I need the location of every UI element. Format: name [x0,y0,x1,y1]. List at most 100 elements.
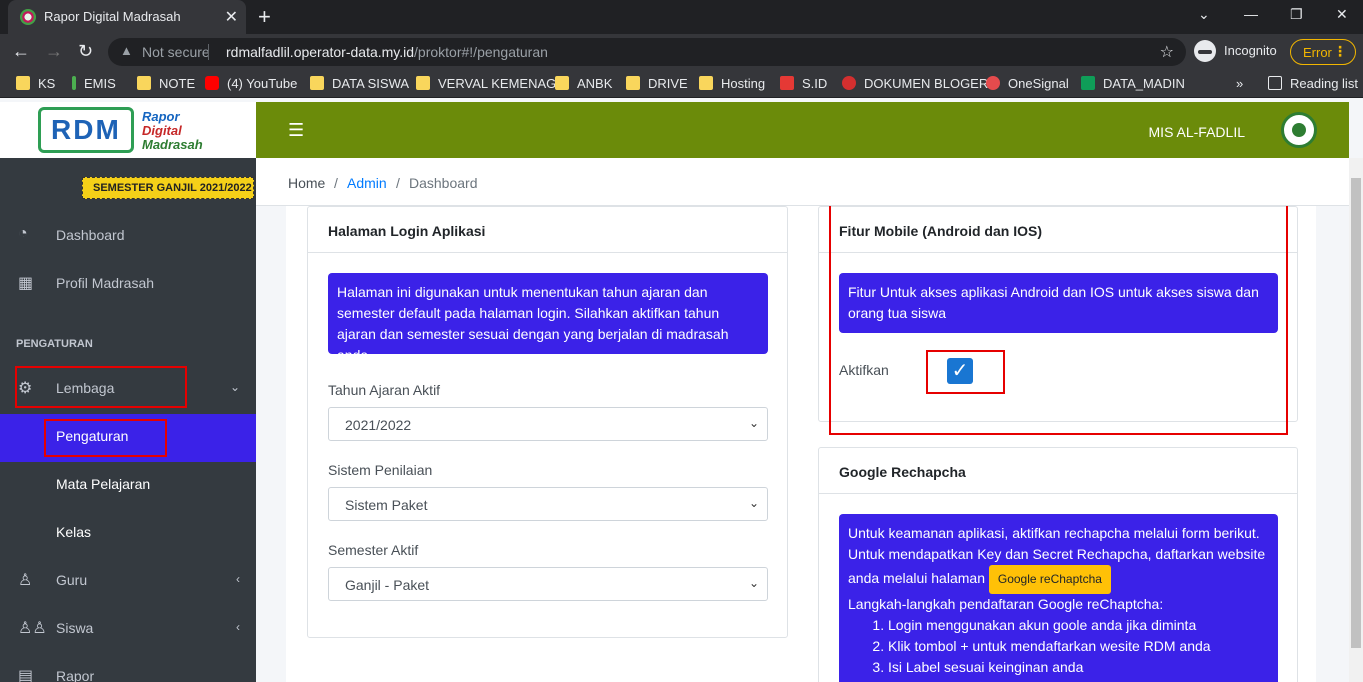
card-header: Halaman Login Aplikasi [308,207,787,253]
incognito-label: Incognito [1224,43,1277,58]
bookmark-label: DATA_MADIN [1103,76,1185,91]
browser-tabbar: Rapor Digital Madrasah ✕ + ⌄ — ❐ ✕ [0,0,1363,34]
brand-logo[interactable]: RDM Rapor Digital Madrasah [0,102,256,158]
list-item: Isi Label sesuai keinginan anda [888,657,1269,678]
bookmark-ks[interactable]: KS [16,76,55,91]
info-alert: Untuk keamanan aplikasi, aktifkan rechap… [839,514,1278,682]
forward-icon[interactable]: → [45,41,63,62]
breadcrumb-admin[interactable]: Admin [347,175,387,191]
sidebar-item-dashboard[interactable]: ◔ Dashboard [0,213,256,259]
sidebar-item-label: Siswa [56,620,94,636]
browser-tab[interactable]: Rapor Digital Madrasah ✕ [8,0,246,34]
bookmark-onesignal[interactable]: OneSignal [986,76,1069,91]
sidebar-item-guru[interactable]: ♙ Guru ‹ [0,558,256,604]
back-icon[interactable]: ← [12,41,30,62]
reading-list[interactable]: Reading list [1268,76,1358,91]
dashboard-gauge-icon: ◔ [18,225,28,242]
new-tab-icon[interactable]: + [258,4,271,30]
bookmark-drive[interactable]: DRIVE [626,76,688,91]
user-icon: ♙ [18,572,33,589]
error-button[interactable]: Error ⋮ [1290,39,1356,65]
highlight-box [15,366,187,408]
bookmark-label: (4) YouTube [227,76,298,91]
semester-aktif-label: Semester Aktif [328,542,419,558]
bookmark-emis[interactable]: EMIS [72,76,116,91]
reading-list-label: Reading list [1290,76,1358,91]
bookmark-verval[interactable]: VERVAL KEMENAG [416,76,556,91]
breadcrumb-home[interactable]: Home [288,175,325,191]
scrollbar-thumb[interactable] [1351,178,1361,648]
sidebar-item-label: Dashboard [56,227,125,243]
site-favicon-icon [20,9,36,25]
reading-list-icon [1268,76,1282,90]
bookmark-anbk[interactable]: ANBK [555,76,612,91]
minimize-icon[interactable]: — [1244,6,1258,22]
hamburger-menu-icon[interactable]: ☰ [288,120,304,141]
sidebar-item-profil[interactable]: ▦ Profil Madrasah [0,261,256,307]
close-window-icon[interactable]: ✕ [1336,6,1348,23]
bookmark-label: NOTE [159,76,196,91]
warning-icon[interactable]: ▲ [120,43,133,58]
sid-icon [780,76,794,90]
sidebar-section-header: PENGATURAN [16,338,93,350]
more-bookmarks-icon[interactable]: » [1236,76,1243,91]
url-bar[interactable]: ▲ Not secure rdmalfadlil.operator-data.m… [108,38,1186,66]
bookmark-label: DOKUMEN BLOGER [864,76,989,91]
list-item: Login menggunakan akun goole anda jika d… [888,615,1269,636]
app-root: RDM Rapor Digital Madrasah SEMESTER GANJ… [0,102,1363,682]
rdm-logo-icon: RDM [38,107,134,153]
sistem-penilaian-select[interactable]: Sistem Paket ⌄ [328,487,768,521]
highlight-box [926,350,1005,394]
logo-letters: RDM [51,114,121,145]
chevron-down-icon: ⌄ [229,380,240,394]
semester-aktif-select[interactable]: Ganjil - Paket ⌄ [328,567,768,601]
folder-icon [16,76,30,90]
sidebar-item-mapel[interactable]: Mata Pelajaran [0,462,256,508]
close-tab-icon[interactable]: ✕ [225,7,238,27]
sidebar-item-kelas[interactable]: Kelas [0,510,256,556]
bookmark-data-siswa[interactable]: DATA SISWA [310,76,409,91]
sidebar: RDM Rapor Digital Madrasah SEMESTER GANJ… [0,102,256,682]
sidebar-item-rapor[interactable]: ▤ Rapor [0,654,256,682]
card-title: Google Rechapcha [839,464,966,480]
tab-search-icon[interactable]: ⌄ [1198,6,1210,23]
bookmark-dokumen-bloger[interactable]: DOKUMEN BLOGER [842,76,988,91]
incognito-icon [1194,40,1216,62]
sidebar-item-label: Profil Madrasah [56,275,155,291]
list-item: Klik tombol + untuk mendaftarkan wesite … [888,636,1269,657]
select-value: Sistem Paket [345,497,428,513]
bookmark-hosting[interactable]: Hosting [699,76,765,91]
breadcrumb-current: Dashboard [409,175,478,191]
bookmark-star-icon[interactable]: ☆ [1160,42,1174,62]
chevron-down-icon: ⌄ [748,416,759,430]
page-scrollbar[interactable] [1349,158,1363,682]
bookmark-sid[interactable]: S.ID [780,76,827,91]
chevron-left-icon: ‹ [236,572,240,586]
incognito-indicator[interactable]: Incognito [1194,39,1284,65]
bookmark-note[interactable]: NOTE [137,76,195,91]
url-text: rdmalfadlil.operator-data.my.id/proktor#… [226,44,548,60]
semester-badge: SEMESTER GANJIL 2021/2022 [82,177,254,199]
bookmark-youtube[interactable]: (4) YouTube [205,76,297,91]
steps-title: Langkah-langkah pendaftaran Google reCha… [848,596,1164,612]
bookmark-label: DRIVE [648,76,688,91]
google-recaptcha-button[interactable]: Google reChaptcha [988,565,1111,594]
tahun-ajaran-select[interactable]: 2021/2022 ⌄ [328,407,768,441]
bookmark-label: DATA SISWA [332,76,410,91]
semester-badge-label: SEMESTER GANJIL 2021/2022 [93,182,252,194]
more-menu-icon[interactable]: ⋮ [1333,43,1347,60]
chevron-down-icon: ⌄ [748,496,759,510]
highlight-box [44,419,167,457]
school-logo-icon[interactable] [1281,112,1317,148]
restore-icon[interactable]: ❐ [1290,6,1303,23]
recaptcha-card: Google Rechapcha Untuk keamanan aplikasi… [818,447,1298,682]
tahun-ajaran-label: Tahun Ajaran Aktif [328,382,441,398]
sidebar-item-siswa[interactable]: ♙♙ Siswa ‹ [0,606,256,652]
tab-title: Rapor Digital Madrasah [44,9,181,24]
reload-icon[interactable]: ↻ [78,41,93,62]
sidebar-item-label: Kelas [56,524,92,540]
bookmark-data-madin[interactable]: DATA_MADIN [1081,76,1185,91]
login-settings-card: Halaman Login Aplikasi Halaman ini digun… [307,206,788,638]
school-name: MIS AL-FADLIL [1148,124,1245,140]
youtube-icon [205,76,219,90]
